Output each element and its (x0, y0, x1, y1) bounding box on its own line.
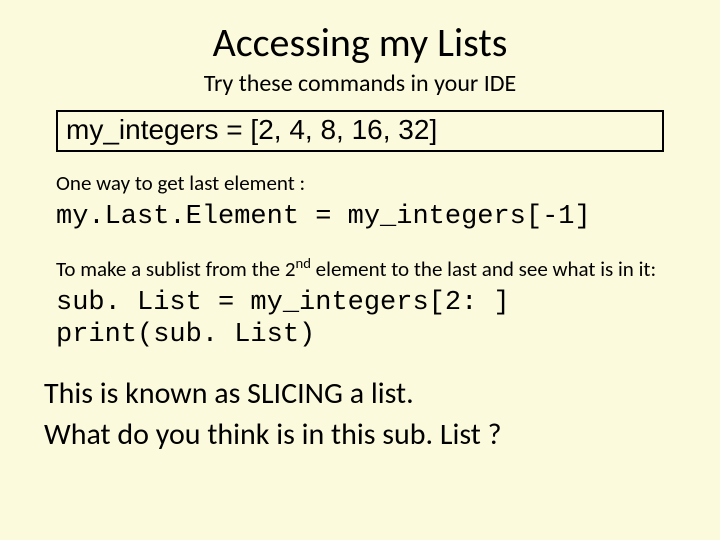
code-sublist-print: print(sub. List) (56, 320, 682, 350)
slide-title: Accessing my Lists (38, 18, 682, 67)
closing-line-1: This is known as SLICING a list. (44, 374, 682, 415)
closing-line-2: What do you think is in this sub. List ? (44, 415, 682, 456)
slide-subtitle: Try these commands in your IDE (38, 69, 682, 98)
note-sublist-post: element to the last and see what is in i… (311, 256, 656, 282)
note-last-element: One way to get last element : (56, 170, 682, 196)
code-sublist-assign: sub. List = my_integers[2: ] (56, 288, 682, 318)
code-box-define-list: my_integers = [2, 4, 8, 16, 32] (56, 110, 664, 152)
code-last-element: my.Last.Element = my_integers[-1] (56, 202, 682, 232)
note-sublist-pre: To make a sublist from the 2 (56, 256, 295, 282)
code-box-text: my_integers = [2, 4, 8, 16, 32] (66, 114, 437, 145)
slide: Accessing my Lists Try these commands in… (0, 0, 720, 540)
note-sublist: To make a sublist from the 2nd element t… (56, 254, 682, 282)
closing-text: This is known as SLICING a list. What do… (44, 374, 682, 455)
note-sublist-sup: nd (295, 254, 310, 272)
